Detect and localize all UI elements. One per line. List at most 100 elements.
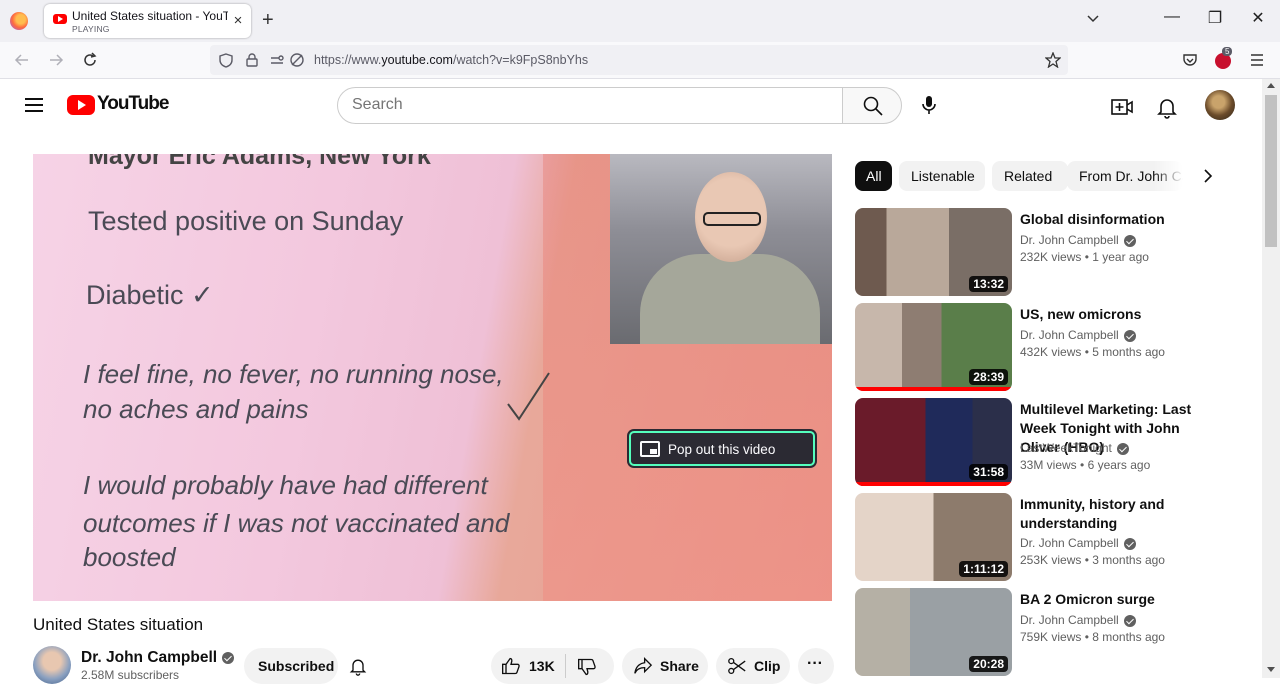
forward-icon[interactable] xyxy=(48,52,64,68)
voice-search-button[interactable] xyxy=(910,87,947,124)
more-actions-button[interactable]: ··· xyxy=(798,648,834,684)
presenter-glasses xyxy=(703,212,761,226)
notification-bell-icon[interactable] xyxy=(348,656,368,676)
related-channel[interactable]: Dr. John Campbell xyxy=(1020,613,1136,627)
presenter-body xyxy=(640,254,820,344)
verified-badge-icon xyxy=(1123,614,1136,627)
related-meta: 759K views • 8 months ago xyxy=(1020,630,1165,644)
tab-close-icon[interactable]: × xyxy=(230,12,246,29)
slide-line: Mayor Eric Adams, New York xyxy=(88,154,431,170)
related-thumbnail[interactable]: 1:11:12 xyxy=(855,493,1012,581)
browser-tab[interactable]: United States situation - YouTube PLAYIN… xyxy=(44,4,251,38)
verified-badge-icon xyxy=(222,651,235,664)
notifications-bell-icon[interactable] xyxy=(1155,95,1179,119)
like-count[interactable]: 13K xyxy=(529,658,555,674)
maximize-button[interactable]: ❐ xyxy=(1200,8,1230,28)
url-text[interactable]: https://www.youtube.com/watch?v=k9FpS8nb… xyxy=(314,53,588,67)
related-meta: 232K views • 1 year ago xyxy=(1020,250,1149,264)
firefox-menu-icon[interactable] xyxy=(10,12,28,30)
related-channel[interactable]: Dr. John Campbell xyxy=(1020,233,1136,247)
verified-badge-icon xyxy=(1123,537,1136,550)
related-channel[interactable]: LastWeekTonight xyxy=(1020,441,1129,455)
minimize-button[interactable]: — xyxy=(1157,8,1187,26)
channel-name[interactable]: Dr. John Campbell xyxy=(81,649,235,667)
browser-tab-bar: United States situation - YouTube PLAYIN… xyxy=(0,0,1280,42)
search-button[interactable] xyxy=(842,87,902,124)
search-box xyxy=(337,87,843,124)
account-avatar[interactable] xyxy=(1205,90,1235,120)
tab-list-chevron-icon[interactable] xyxy=(1086,12,1100,26)
related-title[interactable]: Global disinformation xyxy=(1020,210,1220,229)
app-menu-icon[interactable] xyxy=(1250,53,1264,67)
page-scrollbar[interactable] xyxy=(1262,79,1280,678)
related-video-item[interactable]: 13:32 Global disinformation Dr. John Cam… xyxy=(855,208,1235,296)
video-player[interactable]: Mayor Eric Adams, New York Tested positi… xyxy=(33,154,832,601)
new-tab-button[interactable]: + xyxy=(262,9,274,32)
autoplay-blocked-icon[interactable] xyxy=(290,53,304,67)
chip-listenable[interactable]: Listenable xyxy=(899,161,985,191)
channel-avatar[interactable] xyxy=(33,646,71,684)
scroll-down-icon[interactable] xyxy=(1267,667,1275,672)
pop-out-video-button[interactable]: Pop out this video xyxy=(629,431,815,466)
related-title[interactable]: Immunity, history and understanding xyxy=(1020,495,1220,533)
share-button[interactable]: Share xyxy=(622,648,708,684)
related-meta: 253K views • 3 months ago xyxy=(1020,553,1165,567)
clip-button[interactable]: Clip xyxy=(716,648,790,684)
search-input[interactable] xyxy=(352,96,822,114)
subscriber-count: 2.58M subscribers xyxy=(81,668,180,682)
bookmark-star-icon[interactable] xyxy=(1045,52,1061,68)
permissions-icon[interactable] xyxy=(270,53,284,67)
related-video-item[interactable]: 1:11:12 Immunity, history and understand… xyxy=(855,493,1235,581)
related-channel[interactable]: Dr. John Campbell xyxy=(1020,536,1136,550)
related-channel[interactable]: Dr. John Campbell xyxy=(1020,328,1136,342)
video-title: United States situation xyxy=(33,615,204,634)
duration-badge: 13:32 xyxy=(969,276,1008,292)
duration-badge: 20:28 xyxy=(969,656,1008,672)
like-icon[interactable] xyxy=(501,656,521,676)
related-video-item[interactable]: 31:58 Multilevel Marketing: Last Week To… xyxy=(855,398,1235,486)
chips-next-chevron-icon[interactable] xyxy=(1198,166,1218,186)
scrollbar-thumb[interactable] xyxy=(1265,95,1277,247)
chip-all[interactable]: All xyxy=(855,161,892,191)
pop-out-label: Pop out this video xyxy=(668,442,776,457)
scissors-icon xyxy=(728,657,746,675)
slide-line: Tested positive on Sunday xyxy=(88,206,404,236)
window-close-button[interactable]: ✕ xyxy=(1243,8,1273,28)
related-thumbnail[interactable]: 13:32 xyxy=(855,208,1012,296)
related-meta: 432K views • 5 months ago xyxy=(1020,345,1165,359)
picture-in-picture-icon xyxy=(640,441,660,457)
youtube-favicon-icon xyxy=(53,14,67,24)
duration-badge: 31:58 xyxy=(969,464,1008,480)
reload-icon[interactable] xyxy=(82,52,98,68)
dislike-icon[interactable] xyxy=(577,657,597,677)
duration-badge: 1:11:12 xyxy=(959,561,1008,577)
lock-icon[interactable] xyxy=(246,53,258,67)
subscribed-button[interactable]: Subscribed xyxy=(244,648,338,684)
youtube-logo-icon[interactable] xyxy=(67,95,95,115)
like-divider xyxy=(565,654,566,678)
browser-nav-bar: https://www.youtube.com/watch?v=k9FpS8nb… xyxy=(0,42,1280,79)
tracking-shield-icon[interactable] xyxy=(219,53,233,68)
guide-menu-icon[interactable] xyxy=(25,98,43,112)
chip-from-channel[interactable]: From Dr. John Campbell xyxy=(1067,161,1183,191)
url-bar[interactable]: https://www.youtube.com/watch?v=k9FpS8nb… xyxy=(210,45,1068,75)
slide-check-icon xyxy=(507,372,550,421)
presenter-webcam xyxy=(610,154,832,344)
related-title[interactable]: US, new omicrons xyxy=(1020,305,1220,324)
related-title[interactable]: BA 2 Omicron surge xyxy=(1020,590,1220,609)
related-video-item[interactable]: 20:28 BA 2 Omicron surge Dr. John Campbe… xyxy=(855,588,1235,676)
related-thumbnail[interactable]: 28:39 xyxy=(855,303,1012,391)
create-video-icon[interactable] xyxy=(1110,95,1134,119)
related-thumbnail[interactable]: 31:58 xyxy=(855,398,1012,486)
related-thumbnail[interactable]: 20:28 xyxy=(855,588,1012,676)
back-icon[interactable] xyxy=(14,52,30,68)
youtube-logo-text[interactable]: YouTube xyxy=(97,93,169,115)
chip-related[interactable]: Related xyxy=(992,161,1068,191)
more-icon: ··· xyxy=(807,655,823,672)
scroll-up-icon[interactable] xyxy=(1267,83,1275,88)
verified-badge-icon xyxy=(1116,442,1129,455)
related-video-item[interactable]: 28:39 US, new omicrons Dr. John Campbell… xyxy=(855,303,1235,391)
tab-playing-status: PLAYING xyxy=(72,24,110,34)
pocket-icon[interactable] xyxy=(1182,52,1198,68)
slide-line: I feel fine, no fever, no running nose, xyxy=(83,359,504,389)
